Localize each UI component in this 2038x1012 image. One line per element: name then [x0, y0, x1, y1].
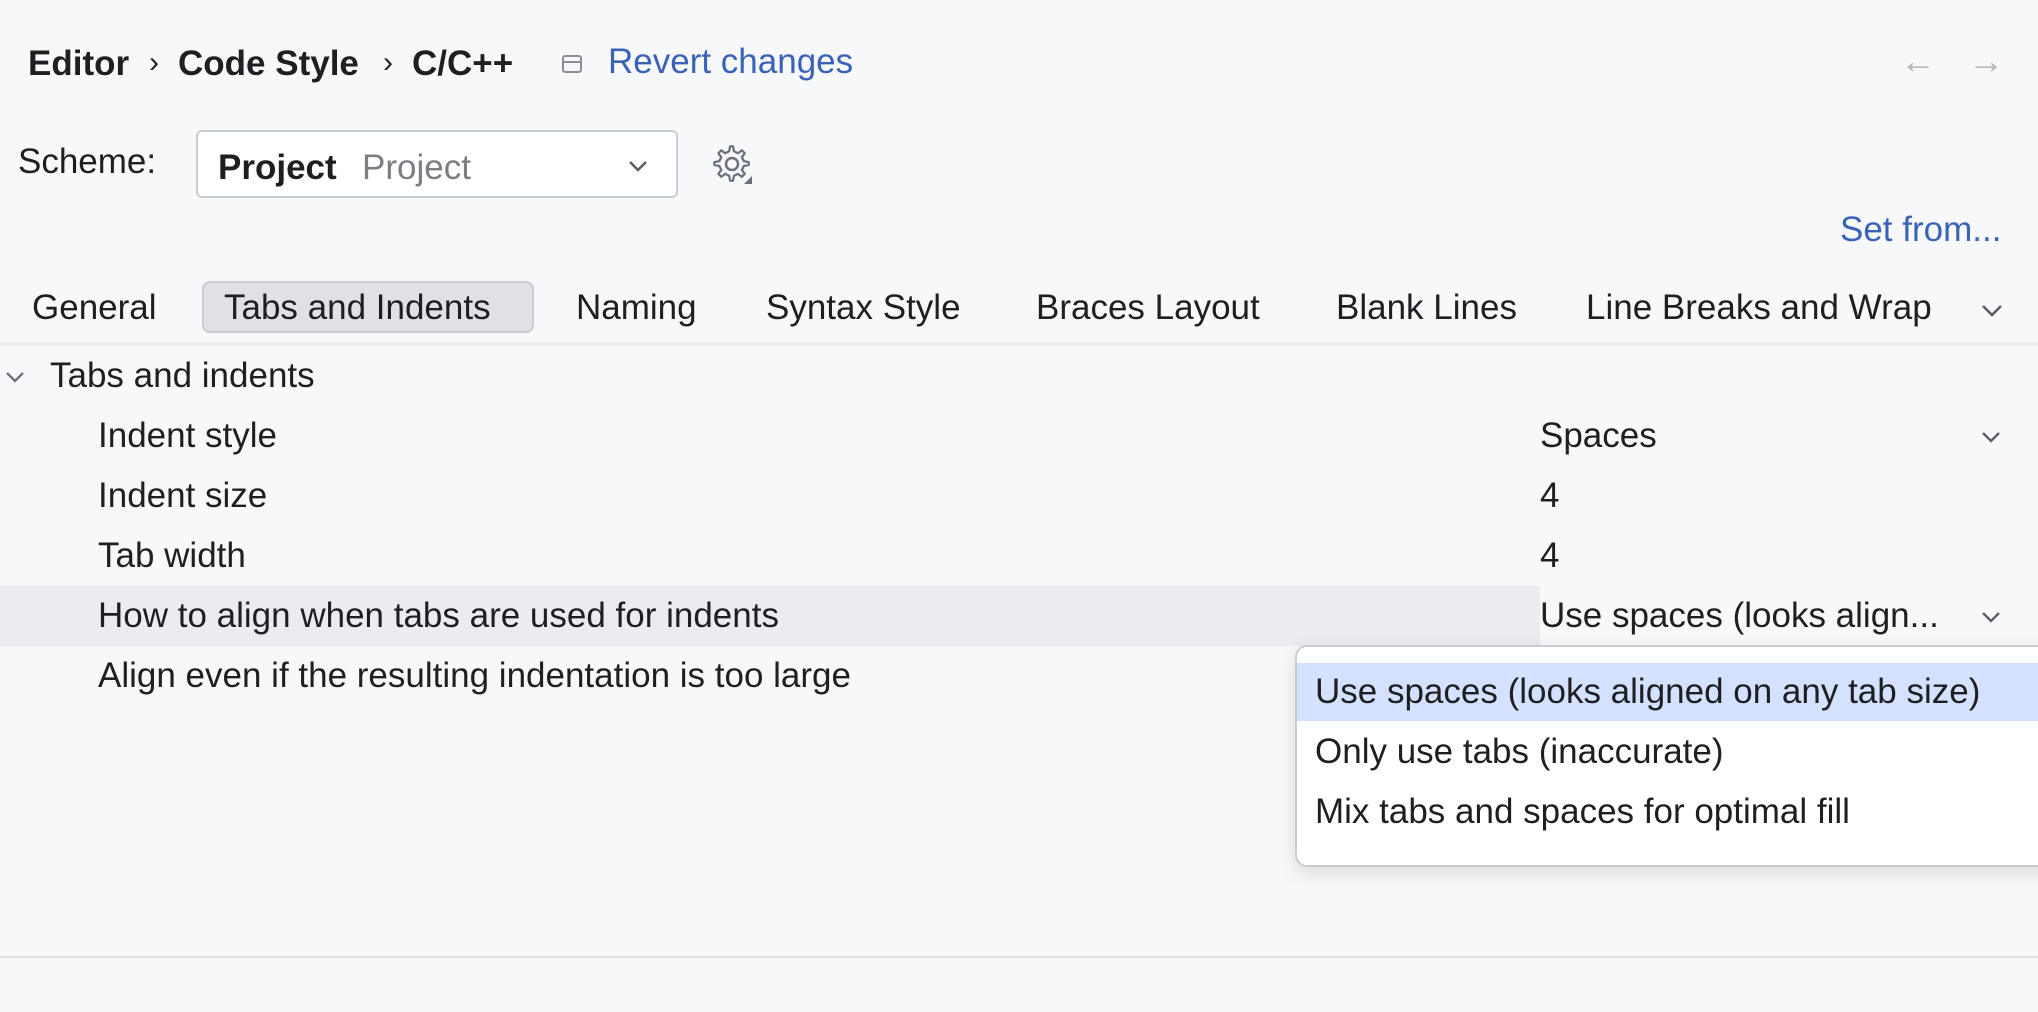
chevron-down-icon[interactable]	[1980, 426, 2002, 448]
scheme-label: Scheme:	[18, 142, 157, 181]
indent-style-value[interactable]: Spaces	[1540, 416, 1657, 456]
breadcrumb-editor[interactable]: Editor	[28, 44, 129, 84]
settings-note-icon	[562, 55, 582, 73]
option-use-spaces[interactable]: Use spaces (looks aligned on any tab siz…	[1297, 663, 2038, 721]
scheme-dropdown[interactable]: Project Project	[196, 130, 678, 198]
tab-general[interactable]: General	[32, 288, 157, 328]
align-tabs-value[interactable]: Use spaces (looks align...	[1540, 596, 1939, 636]
bottom-divider	[0, 956, 2038, 958]
chevron-down-icon[interactable]	[1980, 606, 2002, 628]
setting-label: Indent size	[98, 476, 268, 515]
align-options-popup: Use spaces (looks aligned on any tab siz…	[1295, 645, 2038, 867]
tab-braces-layout[interactable]: Braces Layout	[1036, 288, 1260, 328]
tab-syntax-style[interactable]: Syntax Style	[766, 288, 961, 328]
gear-icon[interactable]	[712, 144, 756, 188]
scheme-subtitle: Project	[362, 148, 471, 187]
tab-naming[interactable]: Naming	[576, 288, 697, 328]
set-from-link[interactable]: Set from...	[1840, 210, 2001, 250]
setting-label: Align even if the resulting indentation …	[98, 656, 851, 695]
collapse-chevron-icon[interactable]	[4, 366, 26, 388]
setting-label: Indent style	[98, 416, 277, 455]
indent-size-value[interactable]: 4	[1540, 476, 1559, 516]
chevron-down-icon	[629, 161, 647, 172]
tab-line-breaks[interactable]: Line Breaks and Wrap	[1586, 288, 1932, 328]
setting-label: Tab width	[98, 536, 246, 575]
breadcrumb-code-style[interactable]: Code Style	[178, 44, 359, 84]
revert-changes-link[interactable]: Revert changes	[608, 42, 853, 82]
breadcrumb-c-cpp: C/C++	[412, 44, 514, 83]
tab-width-value[interactable]: 4	[1540, 536, 1559, 576]
forward-arrow-icon[interactable]: →	[1968, 40, 2004, 82]
scheme-name: Project	[218, 148, 337, 187]
tab-tabs-and-indents[interactable]: Tabs and Indents	[224, 288, 491, 328]
tab-line-breaks-clip: Line Breaks and Wrap	[1586, 280, 1942, 336]
breadcrumb-separator: ›	[149, 46, 159, 79]
option-mix-tabs-spaces[interactable]: Mix tabs and spaces for optimal fill	[1297, 783, 2038, 841]
setting-label: How to align when tabs are used for inde…	[98, 596, 779, 635]
tabs-overflow-chevron-icon[interactable]	[1980, 298, 2004, 322]
breadcrumb-separator: ›	[383, 46, 393, 79]
tab-blank-lines[interactable]: Blank Lines	[1336, 288, 1517, 328]
option-only-tabs[interactable]: Only use tabs (inaccurate)	[1297, 723, 2038, 781]
section-title: Tabs and indents	[50, 356, 315, 395]
tabs-divider	[0, 342, 2038, 346]
back-arrow-icon[interactable]: ←	[1900, 40, 1936, 82]
